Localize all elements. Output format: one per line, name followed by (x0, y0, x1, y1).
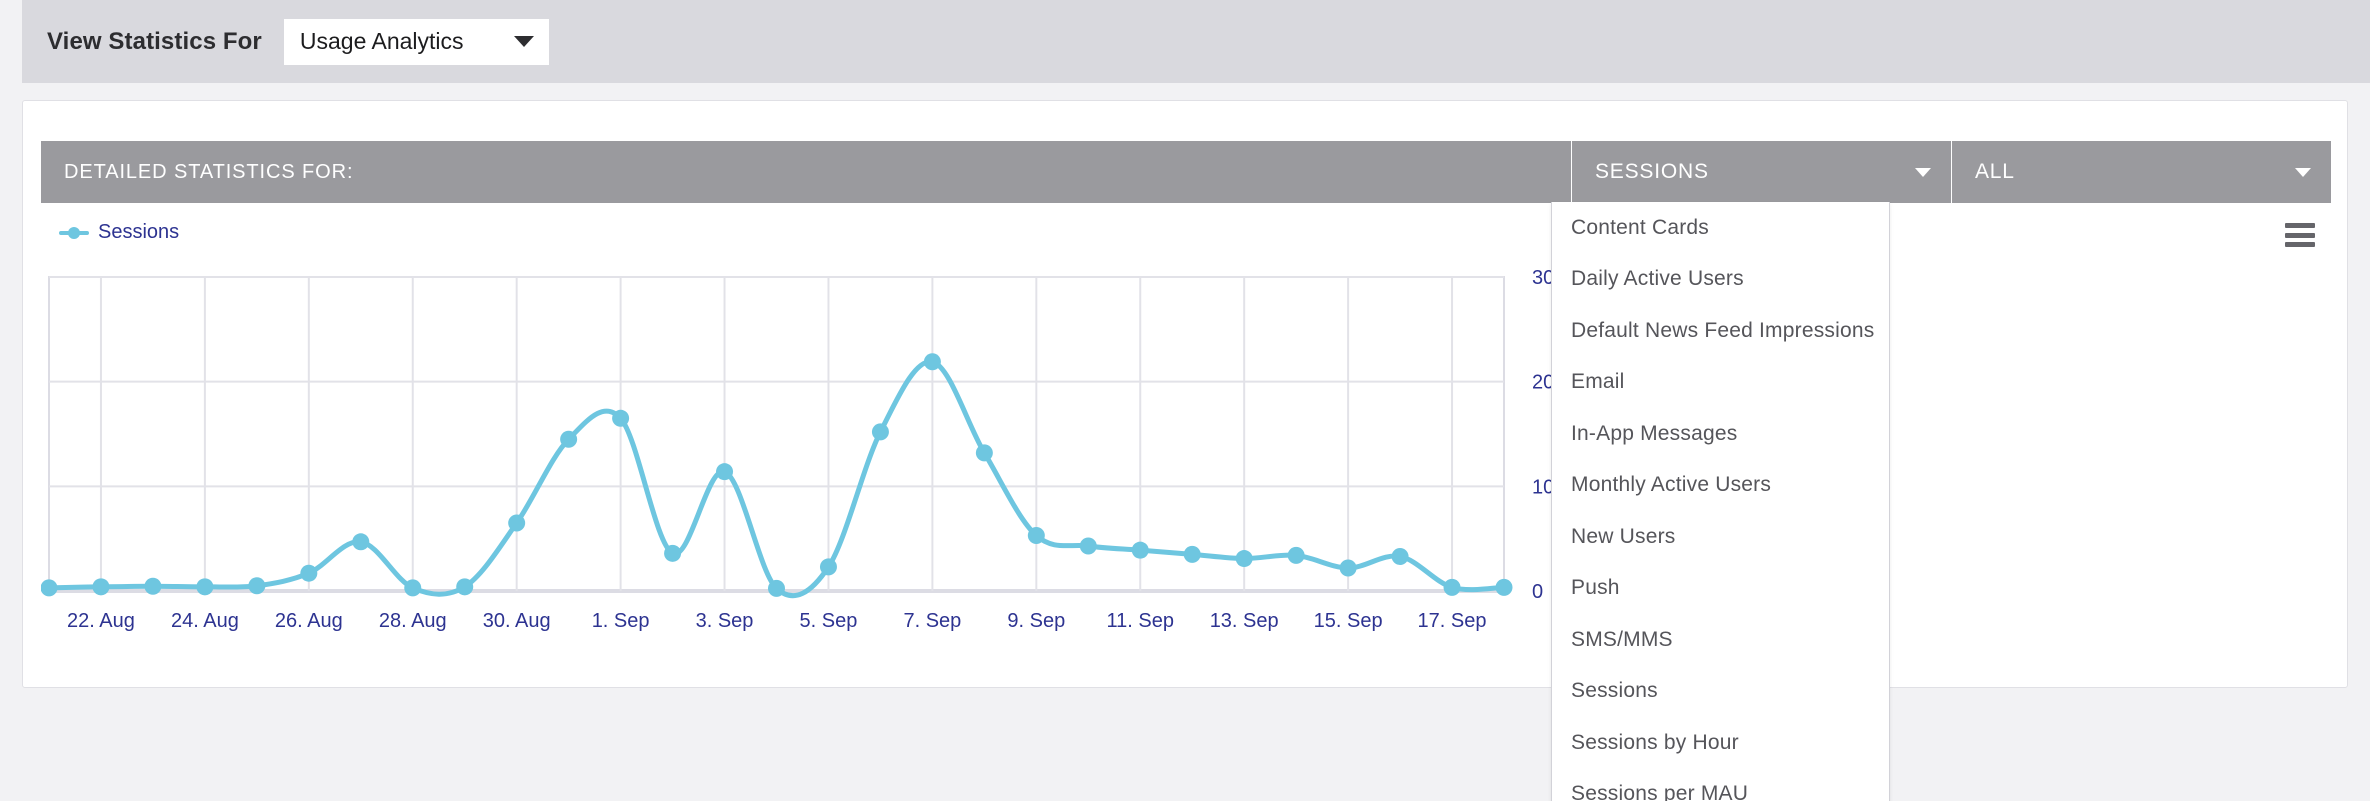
dropdown-item-daily-active-users[interactable]: Daily Active Users (1552, 254, 1889, 306)
svg-text:5. Sep: 5. Sep (800, 610, 858, 632)
svg-text:15. Sep: 15. Sep (1314, 610, 1383, 632)
dropdown-item-email[interactable]: Email (1552, 357, 1889, 409)
chevron-down-icon (513, 36, 534, 47)
legend-marker-icon (59, 226, 89, 240)
svg-text:1. Sep: 1. Sep (592, 610, 650, 632)
svg-text:3. Sep: 3. Sep (696, 610, 754, 632)
chart-legend-row: Sessions (41, 213, 2331, 259)
dropdown-item-push[interactable]: Push (1552, 563, 1889, 615)
hamburger-menu-icon[interactable] (2285, 223, 2315, 247)
metric-select[interactable]: SESSIONS (1571, 141, 1951, 203)
chevron-down-icon (2295, 167, 2311, 177)
svg-text:24. Aug: 24. Aug (171, 610, 239, 632)
svg-text:17. Sep: 17. Sep (1418, 610, 1487, 632)
dropdown-item-sessions-by-hour[interactable]: Sessions by Hour (1552, 717, 1889, 769)
dropdown-item-monthly-active-users[interactable]: Monthly Active Users (1552, 460, 1889, 512)
chevron-down-icon (1915, 167, 1931, 177)
svg-text:7. Sep: 7. Sep (903, 610, 961, 632)
svg-text:0: 0 (1532, 581, 1543, 603)
statistics-card: DETAILED STATISTICS FOR: SESSIONS ALL Se… (22, 100, 2348, 688)
svg-text:13. Sep: 13. Sep (1210, 610, 1279, 632)
svg-text:30. Aug: 30. Aug (483, 610, 551, 632)
detailed-statistics-title: DETAILED STATISTICS FOR: (64, 160, 354, 183)
dropdown-item-default-news-feed-impressions[interactable]: Default News Feed Impressions (1552, 305, 1889, 357)
dropdown-item-new-users[interactable]: New Users (1552, 511, 1889, 563)
svg-text:22. Aug: 22. Aug (67, 610, 135, 632)
sessions-line-chart: 22. Aug 24. Aug 26. Aug 28. Aug 30. Aug 1. Se… (41, 259, 2331, 659)
top-toolbar: View Statistics For Usage Analytics (22, 0, 2370, 83)
legend-label: Sessions (98, 221, 180, 243)
dropdown-item-sessions[interactable]: Sessions (1552, 666, 1889, 718)
dropdown-item-sms-mms[interactable]: SMS/MMS (1552, 614, 1889, 666)
svg-text:9. Sep: 9. Sep (1007, 610, 1065, 632)
dropdown-item-in-app-messages[interactable]: In-App Messages (1552, 408, 1889, 460)
svg-text:26. Aug: 26. Aug (275, 610, 343, 632)
view-statistics-value: Usage Analytics (299, 28, 464, 54)
segment-select[interactable]: ALL (1951, 141, 2331, 203)
view-statistics-label: View Statistics For (47, 27, 262, 55)
svg-text:28. Aug: 28. Aug (379, 610, 447, 632)
detailed-statistics-header: DETAILED STATISTICS FOR: SESSIONS ALL (41, 141, 2331, 203)
metric-dropdown-menu[interactable]: Content Cards Daily Active Users Default N… (1551, 202, 1890, 801)
metric-select-value: SESSIONS (1595, 160, 1709, 183)
dropdown-item-sessions-per-mau[interactable]: Sessions per MAU (1552, 769, 1889, 801)
dropdown-item-content-cards[interactable]: Content Cards (1552, 202, 1889, 254)
chart-svg: 22. Aug 24. Aug 26. Aug 28. Aug 30. Aug 1. Se… (41, 267, 1568, 632)
segment-select-value: ALL (1975, 160, 2015, 183)
legend-item-sessions[interactable]: Sessions (59, 221, 179, 244)
view-statistics-select[interactable]: Usage Analytics (283, 18, 549, 65)
svg-text:11. Sep: 11. Sep (1107, 610, 1174, 632)
